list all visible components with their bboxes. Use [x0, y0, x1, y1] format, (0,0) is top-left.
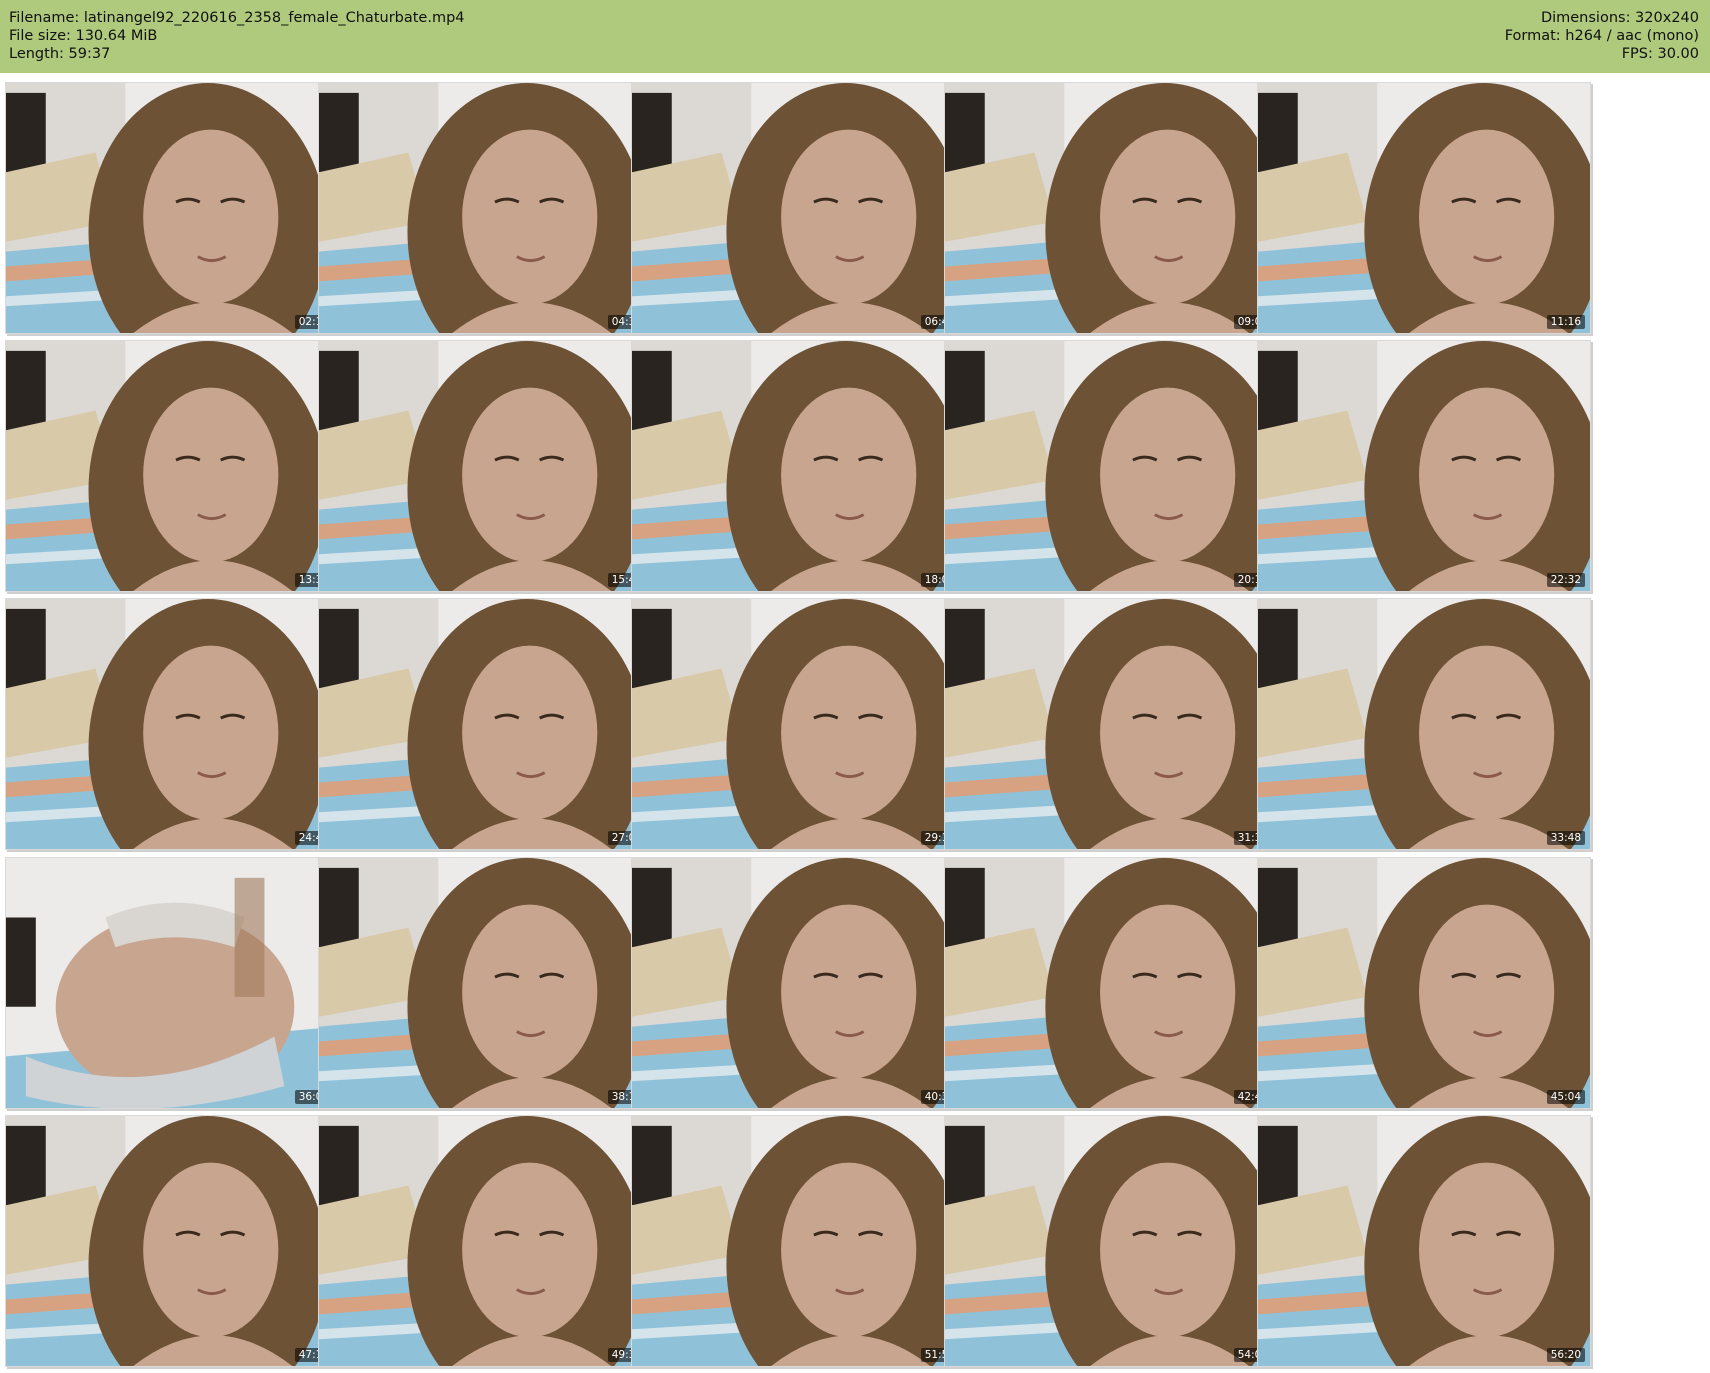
timestamp-label: 33:48: [1546, 831, 1585, 845]
thumbnail-frame: 49:34: [318, 1115, 652, 1367]
dimensions-text: Dimensions: 320x240: [1540, 10, 1699, 26]
thumbnail-frame: 13:31: [5, 340, 339, 592]
video-frame-image: [632, 341, 964, 591]
video-frame-image: [6, 1116, 338, 1366]
filename-text: Filename: latinangel92_220616_2358_femal…: [9, 10, 465, 26]
thumbnail-frame: 45:04: [1257, 857, 1591, 1109]
video-frame-image: [945, 83, 1277, 333]
thumbnail-frame: 20:16: [944, 340, 1278, 592]
fps-text: FPS: 30.00: [1621, 46, 1699, 62]
file-size-text: File size: 130.64 MiB: [9, 28, 158, 44]
timestamp-label: 11:16: [1546, 315, 1585, 329]
thumbnail-frame: 22:32: [1257, 340, 1591, 592]
video-frame-image: [945, 599, 1277, 849]
thumbnail-frame: 11:16: [1257, 82, 1591, 334]
video-frame-image: [632, 83, 964, 333]
meta-left: Filename: latinangel92_220616_2358_femal…: [9, 9, 465, 63]
video-frame-image: [319, 341, 651, 591]
video-frame-image: [1258, 858, 1590, 1108]
video-frame-image: [632, 599, 964, 849]
video-frame-image: [1258, 341, 1590, 591]
video-frame-image: [6, 599, 338, 849]
thumbnail-frame: 47:19: [5, 1115, 339, 1367]
video-frame-image: [319, 599, 651, 849]
video-frame-image: [1258, 1116, 1590, 1366]
thumbnail-frame: 06:45: [631, 82, 965, 334]
video-frame-image: [6, 341, 338, 591]
format-text: Format: h264 / aac (mono): [1504, 28, 1699, 44]
thumbnail-frame: 42:49: [944, 857, 1278, 1109]
timestamp-label: 22:32: [1546, 573, 1585, 587]
video-frame-image: [1258, 83, 1590, 333]
thumbnail-grid: 02:15 04:30 06:45 09:00 11:16 13:31 15:4…: [0, 73, 1710, 1373]
timestamp-label: 45:04: [1546, 1090, 1585, 1104]
thumbnail-frame: 33:48: [1257, 598, 1591, 850]
video-frame-image: [945, 858, 1277, 1108]
timestamp-label: 56:20: [1546, 1348, 1585, 1362]
video-frame-image: [945, 1116, 1277, 1366]
video-frame-image: [319, 858, 651, 1108]
thumbnail-frame: 38:18: [318, 857, 652, 1109]
thumbnail-frame: 54:05: [944, 1115, 1278, 1367]
thumbnail-frame: 27:02: [318, 598, 652, 850]
video-frame-image: [6, 83, 338, 333]
length-text: Length: 59:37: [9, 46, 111, 62]
video-frame-image: [945, 341, 1277, 591]
video-frame-image: [319, 1116, 651, 1366]
thumbnail-frame: 02:15: [5, 82, 339, 334]
thumbnail-frame: 51:50: [631, 1115, 965, 1367]
thumbnail-frame: 04:30: [318, 82, 652, 334]
thumbnail-frame: 31:33: [944, 598, 1278, 850]
video-frame-image: [6, 858, 338, 1108]
thumbnail-frame: 29:17: [631, 598, 965, 850]
thumbnail-frame: 09:00: [944, 82, 1278, 334]
thumbnail-frame: 56:20: [1257, 1115, 1591, 1367]
video-frame-image: [1258, 599, 1590, 849]
thumbnail-frame: 36:03: [5, 857, 339, 1109]
thumbnail-frame: 40:33: [631, 857, 965, 1109]
info-header: Filename: latinangel92_220616_2358_femal…: [0, 0, 1710, 73]
video-frame-image: [632, 858, 964, 1108]
meta-right: Dimensions: 320x240 Format: h264 / aac (…: [1505, 9, 1699, 63]
thumbnail-frame: 15:46: [318, 340, 652, 592]
video-frame-image: [319, 83, 651, 333]
thumbnail-frame: 24:47: [5, 598, 339, 850]
video-frame-image: [632, 1116, 964, 1366]
thumbnail-frame: 18:01: [631, 340, 965, 592]
